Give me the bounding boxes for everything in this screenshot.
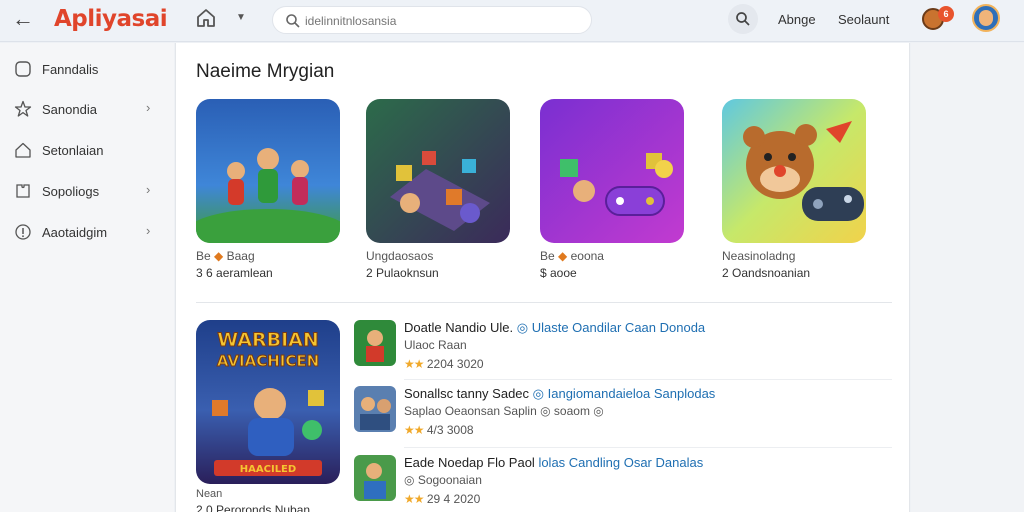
list-thumbnail (354, 386, 396, 432)
search-input[interactable] (305, 12, 575, 30)
list-item-rating: ★★ 2204 3020 (404, 357, 484, 371)
star-icon: ★★ (404, 492, 424, 506)
main-panel: Naeime Mrygian Be ◆ Baag 3 6 aeramlean U… (175, 43, 910, 512)
home-icon[interactable] (194, 6, 218, 30)
sidebar-item-sopoliogs[interactable]: Sopoliogs › (0, 173, 174, 209)
app-icon-image (540, 99, 684, 243)
row-divider (404, 379, 892, 380)
app-icon-image (722, 99, 866, 243)
app-subtitle: 3 6 aeramlean (196, 266, 273, 280)
list-item-title: Sonallsc tanny Sadec ◎ Iangiomandaieloa … (404, 386, 716, 401)
search-bar[interactable] (272, 6, 592, 34)
app-meta-line: Neasinoladng (722, 249, 796, 263)
list-item-link[interactable]: ◎ Ulaste Oandilar Caan Donoda (517, 320, 705, 335)
section-divider (196, 302, 892, 303)
featured-subtitle: 2.0 Peroronds Nuban (196, 503, 311, 512)
chevron-right-icon: › (146, 182, 151, 197)
app-subtitle: 2 Pulaoknsun (366, 266, 439, 280)
app-icon-image (366, 99, 510, 243)
list-item-title: Eade Noedap Flo Paol lolas Candling Osar… (404, 455, 704, 470)
star-icon: ★★ (404, 357, 424, 371)
app-icon-image (196, 99, 340, 243)
search-button[interactable] (728, 4, 758, 34)
section-title: Naeime Mrygian (196, 61, 335, 82)
top-link-2[interactable]: Seolaunt (838, 12, 889, 27)
chevron-down-icon[interactable]: ▼ (236, 12, 246, 23)
top-bar: ← Apliyasai ▼ Abnge Seolaunt 6 (0, 0, 1024, 42)
star-icon: ★★ (404, 423, 424, 437)
top-link-1[interactable]: Abnge (778, 12, 816, 27)
featured-caption: Nean (196, 488, 223, 500)
featured-app-image[interactable]: WARBIAN AVIACHICEN HAACILED (196, 320, 340, 484)
list-item[interactable]: Sonallsc tanny Sadec ◎ Iangiomandaieloa … (354, 386, 892, 450)
app-meta-line: Be ◆ Baag (196, 249, 255, 263)
list-item-subtitle: ◎ Sogoonaian (404, 473, 482, 487)
app-card[interactable]: Be ◆ eoona $ aooe (540, 99, 688, 289)
home-icon (14, 141, 32, 159)
app-meta-line: Ungdaosaos (366, 249, 434, 263)
notifications-avatar[interactable]: 6 (920, 4, 954, 34)
back-arrow-icon[interactable]: ← (10, 6, 36, 32)
featured-banner-1: WARBIAN (217, 329, 319, 351)
app-card[interactable]: Neasinoladng 2 Oandsnoanian (722, 99, 870, 289)
sidebar: Fanndalis Sanondia › Setonlaian Sopoliog… (0, 43, 174, 512)
sidebar-item-fanndalis[interactable]: Fanndalis (0, 51, 174, 87)
featured-banner-2: AVIACHICEN (217, 352, 319, 370)
search-icon (285, 13, 301, 29)
shield-icon (14, 60, 32, 78)
chevron-right-icon: › (146, 100, 151, 115)
list-item-subtitle: Saplao Oeaonsan Saplin ◎ soaom ◎ (404, 404, 604, 418)
featured-footer-text: HAACILED (240, 464, 296, 475)
list-item-title: Doatle Nandio Ule. ◎ Ulaste Oandilar Caa… (404, 320, 706, 335)
app-subtitle: 2 Oandsnoanian (722, 266, 811, 280)
list-thumbnail (354, 455, 396, 501)
user-avatar[interactable] (972, 4, 1000, 32)
list-thumbnail (354, 320, 396, 366)
app-meta-line: Be ◆ eoona (540, 249, 604, 263)
search-icon (736, 12, 750, 26)
list-item-subtitle: Ulaoc Raan (404, 338, 467, 352)
app-card[interactable]: Be ◆ Baag 3 6 aeramlean (196, 99, 344, 289)
app-card[interactable]: Ungdaosaos 2 Pulaoknsun (366, 99, 514, 289)
sidebar-item-label: Setonlaian (42, 143, 104, 158)
sidebar-item-sanondia[interactable]: Sanondia › (0, 91, 174, 127)
chevron-right-icon: › (146, 223, 151, 238)
row-divider (404, 447, 892, 448)
list-item-link[interactable]: ◎ Iangiomandaieloa Sanplodas (533, 386, 716, 401)
list-item[interactable]: Doatle Nandio Ule. ◎ Ulaste Oandilar Caa… (354, 320, 892, 384)
notification-badge: 6 (938, 6, 954, 22)
list-item-rating: ★★ 29 4 2020 (404, 492, 481, 506)
app-logo[interactable]: Apliyasai (54, 6, 168, 32)
sidebar-item-aaotaidgim[interactable]: Aaotaidgim › (0, 214, 174, 250)
list-item-rating: ★★ 4/3 3008 (404, 423, 474, 437)
list-item[interactable]: Eade Noedap Flo Paol lolas Candling Osar… (354, 455, 892, 512)
sidebar-item-label: Aaotaidgim (42, 225, 108, 240)
app-subtitle: $ aooe (540, 266, 577, 280)
right-margin (911, 43, 1024, 512)
sidebar-item-label: Sopoliogs (42, 184, 100, 199)
avatar-face (979, 10, 993, 26)
sidebar-item-label: Sanondia (42, 102, 97, 117)
sidebar-item-label: Fanndalis (42, 62, 99, 77)
star-icon (14, 100, 32, 118)
sidebar-item-setonlaian[interactable]: Setonlaian (0, 132, 174, 168)
info-icon (14, 223, 32, 241)
list-item-link[interactable]: lolas Candling Osar Danalas (538, 455, 703, 470)
puzzle-icon (14, 182, 32, 200)
